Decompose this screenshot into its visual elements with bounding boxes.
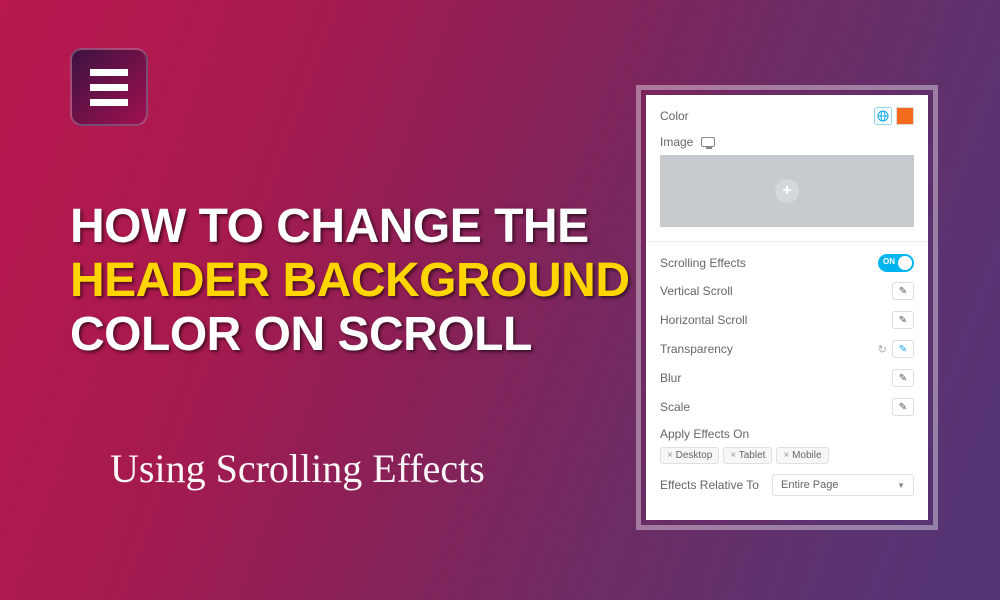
apply-effects-label: Apply Effects On xyxy=(660,427,914,441)
caret-down-icon: ▼ xyxy=(897,481,905,490)
color-row: Color xyxy=(660,107,914,125)
transparency-label: Transparency xyxy=(660,342,733,356)
blur-label: Blur xyxy=(660,371,681,385)
pencil-icon: ✎ xyxy=(899,344,907,355)
plus-icon: + xyxy=(775,179,799,203)
select-value: Entire Page xyxy=(781,479,838,491)
title-line-1: How to Change the xyxy=(70,200,630,254)
toggle-knob xyxy=(898,256,912,270)
subtitle: Using Scrolling Effects xyxy=(110,445,485,492)
image-upload[interactable]: + xyxy=(660,155,914,227)
blur-row: Blur ✎ xyxy=(660,369,914,387)
horizontal-scroll-label: Horizontal Scroll xyxy=(660,313,747,327)
pencil-icon: ✎ xyxy=(899,315,907,326)
transparency-row: Transparency ↻ ✎ xyxy=(660,340,914,358)
refresh-icon[interactable]: ↻ xyxy=(878,343,887,356)
settings-panel: Color Image + Scrolling Effects ON Ve xyxy=(646,95,928,520)
color-swatch[interactable] xyxy=(896,107,914,125)
chip-desktop[interactable]: Desktop xyxy=(660,447,719,464)
pencil-icon: ✎ xyxy=(899,373,907,384)
toggle-on-text: ON xyxy=(883,257,895,266)
title-line-3: Color on Scroll xyxy=(70,308,630,362)
scrolling-effects-label: Scrolling Effects xyxy=(660,256,746,270)
scrolling-effects-toggle[interactable]: ON xyxy=(878,254,914,272)
vertical-scroll-edit[interactable]: ✎ xyxy=(892,282,914,300)
color-control[interactable] xyxy=(874,107,914,125)
globe-icon[interactable] xyxy=(874,107,892,125)
blur-edit[interactable]: ✎ xyxy=(892,369,914,387)
scale-edit[interactable]: ✎ xyxy=(892,398,914,416)
scale-label: Scale xyxy=(660,400,690,414)
transparency-edit[interactable]: ✎ xyxy=(892,340,914,358)
vertical-scroll-row: Vertical Scroll ✎ xyxy=(660,282,914,300)
elementor-logo xyxy=(70,48,148,126)
effects-relative-label: Effects Relative To xyxy=(660,478,759,492)
device-icon[interactable] xyxy=(701,137,715,147)
divider xyxy=(646,241,928,242)
scrolling-effects-row: Scrolling Effects ON xyxy=(660,254,914,272)
settings-panel-frame: Color Image + Scrolling Effects ON Ve xyxy=(636,85,938,530)
image-label-row: Image xyxy=(660,135,914,149)
title-line-2: Header Background xyxy=(70,254,630,308)
image-label: Image xyxy=(660,135,693,149)
device-chips[interactable]: Desktop Tablet Mobile xyxy=(660,447,914,464)
chip-tablet[interactable]: Tablet xyxy=(723,447,772,464)
vertical-scroll-label: Vertical Scroll xyxy=(660,284,733,298)
effects-relative-row: Effects Relative To Entire Page ▼ xyxy=(660,474,914,496)
horizontal-scroll-row: Horizontal Scroll ✎ xyxy=(660,311,914,329)
chip-mobile[interactable]: Mobile xyxy=(776,447,828,464)
main-title: How to Change the Header Background Colo… xyxy=(70,200,630,361)
pencil-icon: ✎ xyxy=(899,402,907,413)
color-label: Color xyxy=(660,109,689,123)
pencil-icon: ✎ xyxy=(899,286,907,297)
effects-relative-select[interactable]: Entire Page ▼ xyxy=(772,474,914,496)
horizontal-scroll-edit[interactable]: ✎ xyxy=(892,311,914,329)
scale-row: Scale ✎ xyxy=(660,398,914,416)
